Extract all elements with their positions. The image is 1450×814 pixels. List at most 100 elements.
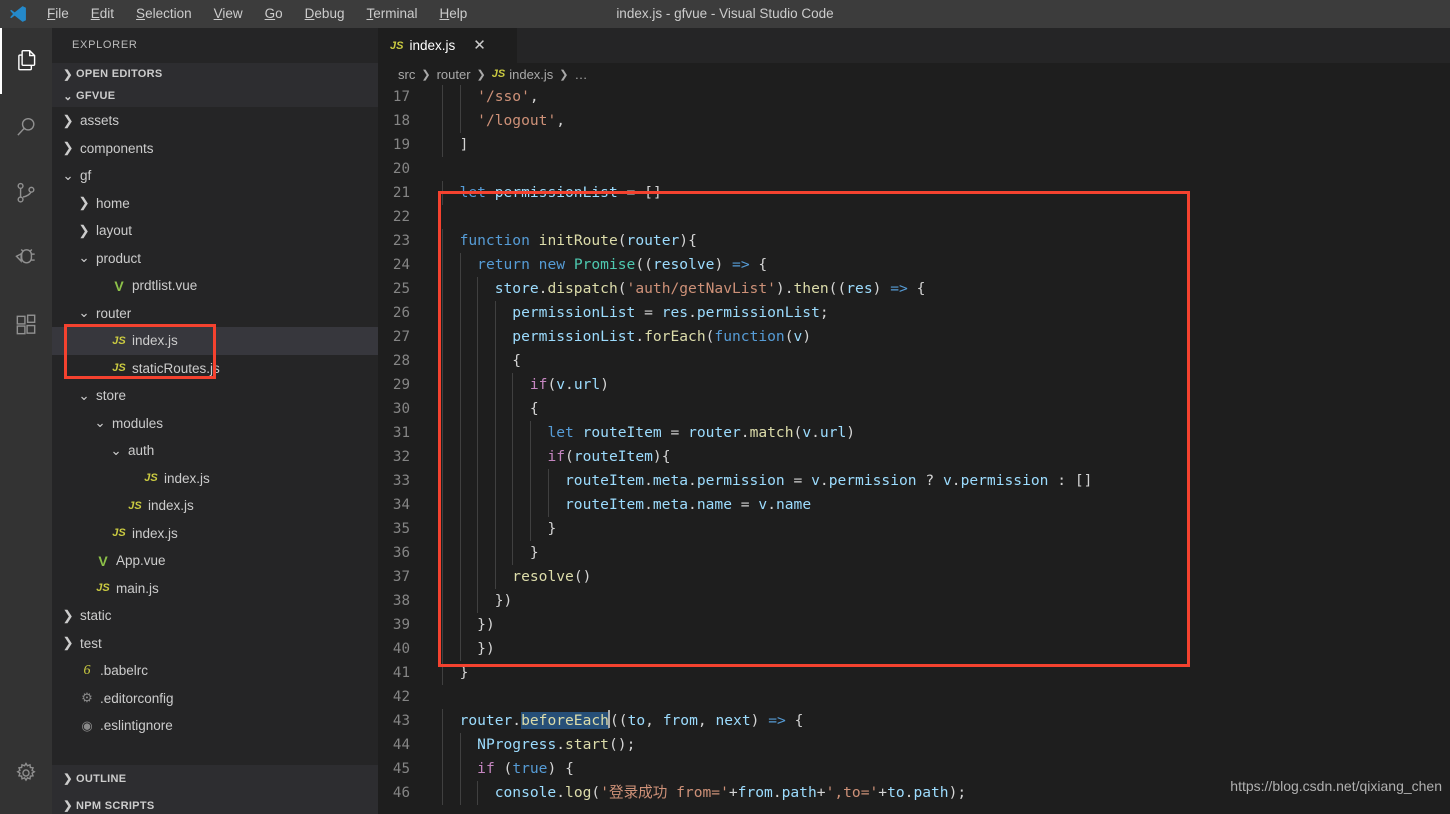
code-line-20[interactable]: 20: [378, 157, 1450, 181]
code-line-39[interactable]: 39 }): [378, 613, 1450, 637]
js-file-icon: JS: [112, 362, 126, 375]
line-content: [436, 157, 442, 181]
code-line-27[interactable]: 27 permissionList.forEach(function(v): [378, 325, 1450, 349]
code-line-22[interactable]: 22: [378, 205, 1450, 229]
line-number: 17: [392, 89, 410, 105]
debug-icon[interactable]: [0, 226, 52, 292]
tree-item-prdtlist-vue[interactable]: Vprdtlist.vue: [52, 272, 378, 300]
tree-item-label: prdtlist.vue: [132, 278, 198, 294]
tree-item-modules[interactable]: ⌄ modules: [52, 410, 378, 438]
tree-item-index-js[interactable]: JS index.js: [52, 520, 378, 548]
gear-file-icon: ⚙: [81, 690, 93, 706]
line-number: 21: [392, 185, 410, 201]
code-line-37[interactable]: 37 resolve(): [378, 565, 1450, 589]
breadcrumb-item-src[interactable]: src: [398, 67, 415, 82]
tree-item-router[interactable]: ⌄ router: [52, 300, 378, 328]
section-npm-scripts[interactable]: ❯ NPM SCRIPTS: [52, 792, 378, 814]
line-number: 44: [392, 737, 410, 753]
line-number: 45: [392, 761, 410, 777]
tree-item-main-js[interactable]: JS main.js: [52, 575, 378, 603]
tab-index-js[interactable]: JS index.js ✕: [378, 28, 518, 63]
code-line-21[interactable]: 21 let permissionList = []: [378, 181, 1450, 205]
line-content: store.dispatch('auth/getNavList').then((…: [436, 277, 925, 301]
tree-item--eslintignore[interactable]: ◉ .eslintignore: [52, 712, 378, 740]
tree-item-index-js[interactable]: JS index.js: [52, 492, 378, 520]
code-line-19[interactable]: 19 ]: [378, 133, 1450, 157]
code-line-17[interactable]: 17 '/sso',: [378, 85, 1450, 109]
vue-file-icon: V: [98, 552, 108, 569]
tree-item-index-js[interactable]: JS index.js: [52, 465, 378, 493]
chevron-right-icon: ❯: [559, 68, 569, 81]
breadcrumb-item-symbol[interactable]: …: [575, 67, 588, 82]
code-line-43[interactable]: 43 router.beforeEach((to, from, next) =>…: [378, 709, 1450, 733]
section-outline[interactable]: ❯ OUTLINE: [52, 765, 378, 792]
section-open-editors[interactable]: ❯ OPEN EDITORS: [52, 63, 378, 85]
tree-item-auth[interactable]: ⌄ auth: [52, 437, 378, 465]
tree-item-staticroutes-js[interactable]: JS staticRoutes.js: [52, 355, 378, 383]
code-line-32[interactable]: 32 if(routeItem){: [378, 445, 1450, 469]
section-project-label: GFVUE: [76, 90, 116, 102]
code-line-18[interactable]: 18 '/logout',: [378, 109, 1450, 133]
code-viewport[interactable]: 17 '/sso', 18 '/logout', 19 ] 20 21 let perm…: [378, 85, 1450, 814]
menu-bar[interactable]: File Edit Selection View Go Debug Termin…: [36, 0, 478, 28]
tree-item-layout[interactable]: ❯ layout: [52, 217, 378, 245]
breadcrumb-item-file[interactable]: JS index.js: [492, 67, 554, 82]
line-number: 19: [392, 137, 410, 153]
explorer-sidebar: EXPLORER ❯ OPEN EDITORS ⌄ GFVUE ❯ assets ❯…: [52, 28, 378, 814]
code-line-31[interactable]: 31 let routeItem = router.match(v.url): [378, 421, 1450, 445]
code-line-24[interactable]: 24 return new Promise((resolve) => {: [378, 253, 1450, 277]
menu-item-view[interactable]: View: [203, 0, 254, 28]
search-icon[interactable]: [0, 94, 52, 160]
eslint-file-icon: ◉: [81, 717, 93, 733]
code-line-35[interactable]: 35 }: [378, 517, 1450, 541]
close-icon[interactable]: ✕: [473, 38, 486, 53]
code-line-44[interactable]: 44 NProgress.start();: [378, 733, 1450, 757]
menu-item-selection[interactable]: Selection: [125, 0, 203, 28]
menu-item-file[interactable]: File: [36, 0, 80, 28]
code-line-28[interactable]: 28 {: [378, 349, 1450, 373]
tree-item-home[interactable]: ❯ home: [52, 190, 378, 218]
tree-item-app-vue[interactable]: V App.vue: [52, 547, 378, 575]
tree-item-index-js[interactable]: JS index.js: [52, 327, 378, 355]
tab-bar: JS index.js ✕: [378, 28, 1450, 63]
tree-item-label: index.js: [132, 525, 178, 541]
tree-item-assets[interactable]: ❯ assets: [52, 107, 378, 135]
tree-item--editorconfig[interactable]: ⚙ .editorconfig: [52, 685, 378, 713]
code-line-40[interactable]: 40 }): [378, 637, 1450, 661]
code-line-23[interactable]: 23 function initRoute(router){: [378, 229, 1450, 253]
extensions-icon[interactable]: [0, 292, 52, 358]
menu-item-debug[interactable]: Debug: [294, 0, 356, 28]
line-number: 20: [392, 161, 410, 177]
menu-item-help[interactable]: Help: [428, 0, 478, 28]
code-line-42[interactable]: 42: [378, 685, 1450, 709]
tree-item-static[interactable]: ❯ static: [52, 602, 378, 630]
code-line-34[interactable]: 34 routeItem.meta.name = v.name: [378, 493, 1450, 517]
menu-item-edit[interactable]: Edit: [80, 0, 125, 28]
tree-item-gf[interactable]: ⌄ gf: [52, 162, 378, 190]
code-line-29[interactable]: 29 if(v.url): [378, 373, 1450, 397]
js-file-icon: JS: [144, 472, 158, 485]
code-line-41[interactable]: 41 }: [378, 661, 1450, 685]
tree-item--babelrc[interactable]: 6 .babelrc: [52, 657, 378, 685]
code-line-38[interactable]: 38 }): [378, 589, 1450, 613]
section-project-gfvue[interactable]: ⌄ GFVUE: [52, 85, 378, 107]
settings-gear-icon[interactable]: [0, 740, 52, 806]
code-line-36[interactable]: 36 }: [378, 541, 1450, 565]
chevron-right-icon: ❯: [78, 195, 90, 211]
section-open-editors-label: OPEN EDITORS: [76, 68, 163, 80]
code-line-26[interactable]: 26 permissionList = res.permissionList;: [378, 301, 1450, 325]
code-line-33[interactable]: 33 routeItem.meta.permission = v.permiss…: [378, 469, 1450, 493]
tree-item-store[interactable]: ⌄ store: [52, 382, 378, 410]
tree-item-label: static: [80, 608, 112, 624]
menu-item-go[interactable]: Go: [254, 0, 294, 28]
menu-item-terminal[interactable]: Terminal: [355, 0, 428, 28]
code-line-30[interactable]: 30 {: [378, 397, 1450, 421]
chevron-right-icon: ❯: [63, 68, 73, 81]
breadcrumb-item-router[interactable]: router: [437, 67, 471, 82]
tree-item-test[interactable]: ❯ test: [52, 630, 378, 658]
source-control-icon[interactable]: [0, 160, 52, 226]
tree-item-components[interactable]: ❯ components: [52, 135, 378, 163]
tree-item-product[interactable]: ⌄ product: [52, 245, 378, 273]
code-line-25[interactable]: 25 store.dispatch('auth/getNavList').the…: [378, 277, 1450, 301]
explorer-icon[interactable]: [0, 28, 52, 94]
